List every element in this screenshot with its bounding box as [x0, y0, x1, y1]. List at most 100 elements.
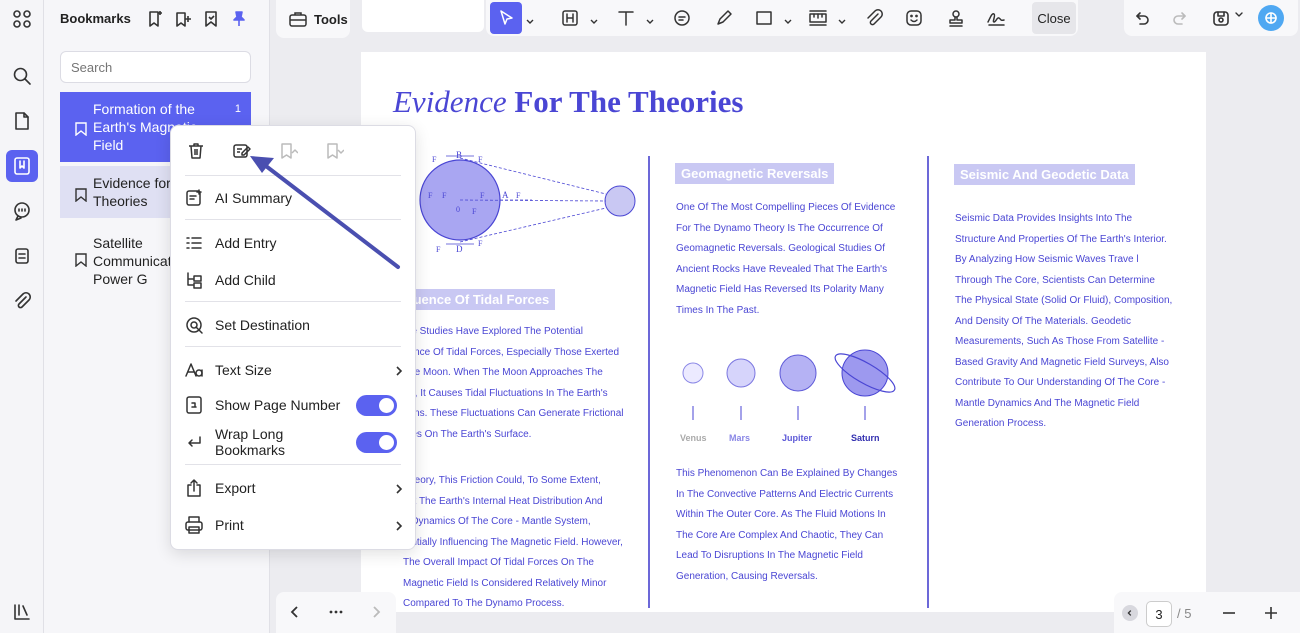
stamp-icon[interactable]: [940, 2, 972, 34]
scroll-left-icon[interactable]: [1122, 605, 1138, 621]
menu-item-wrap-long-bookmarks[interactable]: Wrap Long Bookmarks: [183, 426, 405, 458]
bookmark-label: Evidence for Theories: [93, 175, 171, 209]
bookmark-down-icon[interactable]: [319, 136, 349, 166]
pin-icon[interactable]: [228, 8, 250, 30]
add-bookmark-ai-icon[interactable]: [144, 8, 166, 30]
sticker-icon[interactable]: [898, 2, 930, 34]
toolbox-icon: [289, 12, 307, 27]
text-box-icon[interactable]: [554, 2, 586, 34]
bookmark-page-number: 1: [234, 103, 241, 115]
attach-icon[interactable]: [858, 2, 890, 34]
menu-item-export[interactable]: Export: [183, 473, 405, 503]
right-toolbar: [1124, 0, 1298, 36]
signature-icon[interactable]: [980, 2, 1012, 34]
tidal-paragraph-1: me Studies Have Explored The Potential ue…: [403, 326, 624, 440]
undo-icon[interactable]: [1130, 7, 1152, 29]
tidal-heading: luence Of Tidal Forces: [401, 289, 556, 310]
layers-icon[interactable]: [6, 240, 38, 272]
title-bold: For The Theories: [514, 84, 744, 119]
zoom-in-icon[interactable]: [1262, 604, 1280, 622]
diagram-label: F: [432, 155, 437, 164]
diagram-label: F: [480, 191, 485, 200]
seismic-heading: Seismic And Geodetic Data: [954, 164, 1135, 185]
page-number-icon: [183, 394, 205, 416]
library-icon[interactable]: [6, 596, 38, 628]
target-icon: [183, 314, 205, 336]
page-number-input[interactable]: 3: [1146, 601, 1172, 627]
chevron-down-icon[interactable]: [1234, 10, 1244, 20]
chevron-down-icon[interactable]: [526, 13, 534, 24]
page-icon[interactable]: [6, 105, 38, 137]
printer-icon: [183, 514, 205, 536]
search-icon[interactable]: [6, 60, 38, 92]
bookmark-search-input[interactable]: [60, 51, 251, 83]
seismic-paragraph: Seismic Data Provides Insights Into The S…: [955, 213, 1173, 429]
geomagnetic-heading: Geomagnetic Reversals: [675, 163, 835, 184]
next-page-icon[interactable]: [366, 602, 386, 622]
menu-item-set-destination[interactable]: Set Destination: [183, 310, 405, 340]
bookmark-icon[interactable]: [6, 150, 38, 182]
rectangle-icon[interactable]: [748, 2, 780, 34]
add-bookmark-icon[interactable]: [172, 8, 194, 30]
toolbar-spacer: [362, 0, 484, 32]
diagram-label: 0: [456, 205, 460, 214]
menu-item-print[interactable]: Print: [183, 510, 405, 540]
menu-item-show-page-number[interactable]: Show Page Number: [183, 390, 405, 420]
chevron-down-icon[interactable]: [838, 13, 846, 24]
panel-title: Bookmarks: [60, 11, 131, 26]
chevron-right-icon: [393, 519, 405, 531]
tools-button[interactable]: Tools: [276, 0, 350, 38]
diagram-label: F: [442, 191, 447, 200]
comment-bubble-icon[interactable]: [666, 2, 698, 34]
diagram-label: F: [436, 245, 441, 254]
comment-icon[interactable]: [6, 195, 38, 227]
measure-icon[interactable]: [802, 2, 834, 34]
ai-assistant-icon[interactable]: [1258, 5, 1284, 31]
diagram-label: D: [456, 244, 463, 254]
geomagnetic-paragraph-2: This Phenomenon Can Be Explained By Chan…: [676, 468, 898, 582]
apps-icon[interactable]: [6, 3, 38, 35]
geomagnetic-paragraph-1: One Of The Most Compelling Pieces Of Evi…: [676, 202, 896, 316]
tools-label: Tools: [314, 11, 348, 27]
diagram-label: B: [456, 150, 462, 160]
menu-item-add-entry[interactable]: Add Entry: [183, 228, 405, 258]
menu-item-text-size[interactable]: Text Size: [183, 355, 405, 385]
redo-icon[interactable]: [1170, 7, 1192, 29]
text-size-icon: [183, 359, 205, 381]
diagram-label: A: [502, 190, 509, 200]
save-icon[interactable]: [1210, 7, 1232, 29]
page-navigation: [276, 592, 396, 633]
tidal-paragraph-2: Theory, This Friction Could, To Some Ext…: [403, 475, 623, 609]
ai-summary-icon: [183, 187, 205, 209]
chevron-down-icon[interactable]: [646, 13, 654, 24]
document-page: Evidence For The Theories B F F F F F A …: [361, 52, 1206, 612]
menu-item-ai-summary[interactable]: AI Summary: [183, 183, 405, 213]
chevron-right-icon: [393, 364, 405, 376]
zoom-out-icon[interactable]: [1220, 604, 1238, 622]
bookmark-outline-icon[interactable]: [200, 8, 222, 30]
wrap-long-bookmarks-toggle[interactable]: [356, 431, 397, 453]
more-icon[interactable]: [326, 602, 346, 622]
bookmark-up-icon[interactable]: [273, 136, 303, 166]
left-rail: [0, 0, 44, 633]
rename-icon[interactable]: [227, 136, 257, 166]
diagram-label: F: [428, 191, 433, 200]
show-page-number-toggle[interactable]: [356, 394, 397, 416]
planet-label: Mars: [729, 433, 751, 443]
column-divider: [648, 156, 650, 608]
attachment-icon[interactable]: [6, 285, 38, 317]
text-icon[interactable]: [610, 2, 642, 34]
previous-page-icon[interactable]: [285, 602, 305, 622]
menu-item-add-child[interactable]: Add Child: [183, 265, 405, 295]
delete-icon[interactable]: [181, 136, 211, 166]
chevron-down-icon[interactable]: [590, 13, 598, 24]
bookmark-item-icon: [75, 188, 87, 203]
planets-illustration: [682, 349, 896, 420]
close-tools-button[interactable]: Close: [1032, 2, 1076, 34]
chevron-right-icon: [393, 482, 405, 494]
highlighter-icon[interactable]: [708, 2, 740, 34]
page-title: Evidence For The Theories: [393, 84, 743, 120]
chevron-down-icon[interactable]: [784, 13, 792, 24]
select-cursor-icon[interactable]: [490, 2, 522, 34]
add-entry-icon: [183, 232, 205, 254]
